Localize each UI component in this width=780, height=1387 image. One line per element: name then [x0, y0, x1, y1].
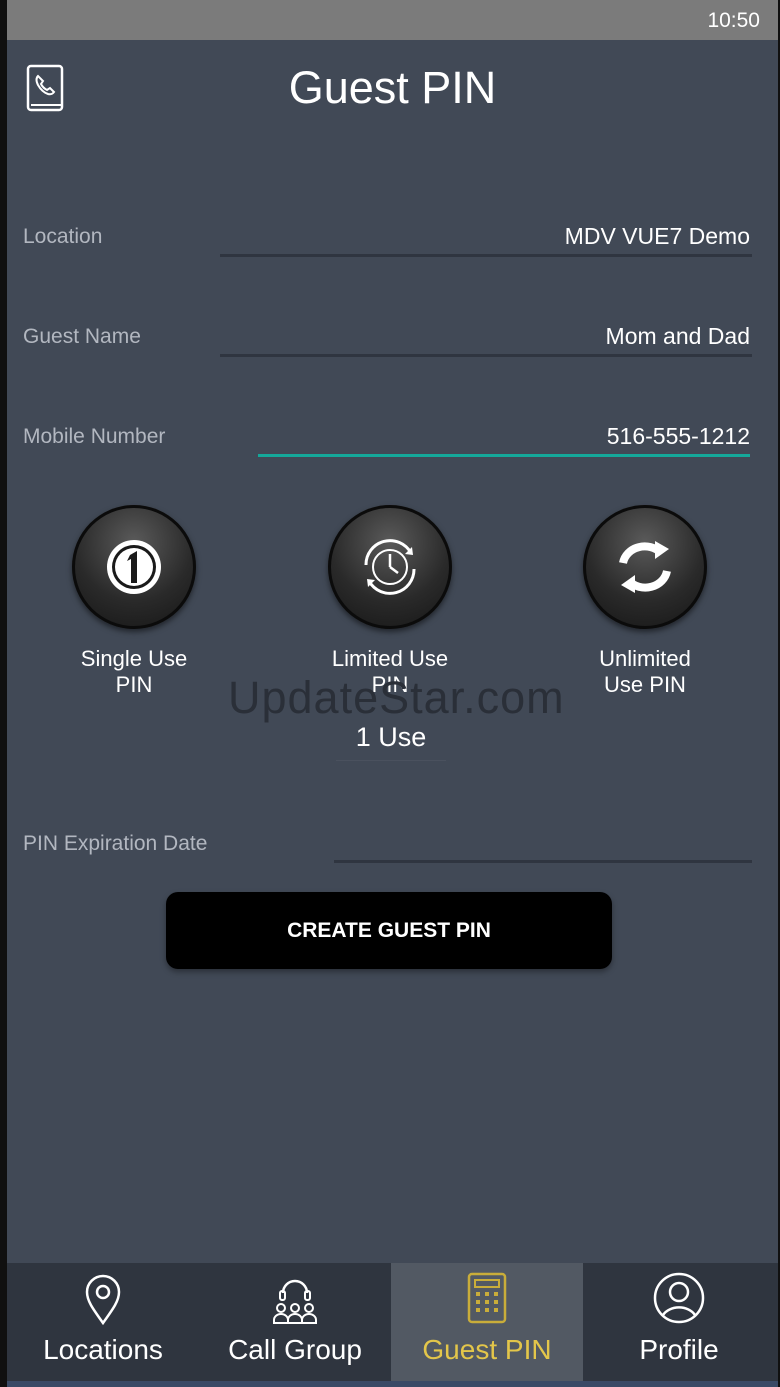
nav-item-locations[interactable]: Locations	[7, 1263, 199, 1387]
mobile-number-underline	[258, 454, 750, 457]
unlimited-use-label: Unlimited Use PIN	[560, 646, 730, 698]
clock-icon	[364, 539, 416, 595]
status-bar: 10:50	[7, 0, 778, 40]
nav-bottom-line	[7, 1381, 778, 1387]
unlimited-use-pin-option[interactable]: Unlimited Use PIN	[560, 505, 730, 698]
nav-label-locations: Locations	[43, 1334, 163, 1365]
nav-item-guest-pin[interactable]: Guest PIN	[391, 1263, 583, 1387]
nav-label-profile: Profile	[639, 1334, 719, 1365]
nav-label-call-group: Call Group	[228, 1334, 362, 1365]
location-value[interactable]: MDV VUE7 Demo	[565, 223, 750, 250]
unlimited-use-button[interactable]	[583, 505, 707, 629]
page-title: Guest PIN	[288, 62, 497, 113]
profile-icon	[653, 1272, 705, 1324]
limited-use-pin-option[interactable]: Limited Use PIN	[305, 505, 475, 698]
unlimited-use-label-line1: Unlimited	[599, 646, 691, 671]
nav-item-profile[interactable]: Profile	[583, 1263, 775, 1387]
single-use-label: Single Use PIN	[49, 646, 219, 698]
bottom-nav: Locations Call Group Guest PIN Profile	[7, 1263, 778, 1387]
guest-name-label: Guest Name	[23, 325, 141, 348]
single-use-label-line1: Single Use	[80, 646, 188, 671]
keypad-icon	[467, 1272, 507, 1324]
guest-name-field[interactable]: Mom and Dad	[606, 323, 750, 350]
watermark: UpdateStar.com	[228, 672, 565, 723]
single-use-label-line2: PIN	[115, 672, 153, 697]
status-time: 10:50	[707, 9, 760, 32]
pin-expiration-underline	[334, 860, 752, 863]
mobile-number-label: Mobile Number	[23, 425, 166, 448]
limited-use-button[interactable]	[328, 505, 452, 629]
location-pin-icon	[85, 1274, 121, 1326]
unlimited-use-label-line2: Use PIN	[604, 672, 686, 697]
pin-expiration-label: PIN Expiration Date	[23, 832, 208, 855]
uses-selector[interactable]: 1 Use	[336, 722, 446, 753]
single-use-icon	[107, 540, 161, 594]
guest-name-underline	[220, 354, 752, 357]
guest-pin-screen: 10:50 Guest PIN Location MDV VUE7 Demo G…	[7, 0, 778, 1387]
refresh-icon	[619, 541, 671, 593]
create-guest-pin-button[interactable]: CREATE GUEST PIN	[166, 892, 612, 969]
call-group-icon	[273, 1279, 317, 1324]
uses-underline	[336, 760, 446, 761]
nav-label-guest-pin: Guest PIN	[422, 1334, 552, 1365]
single-use-button[interactable]	[72, 505, 196, 629]
single-use-pin-option[interactable]: Single Use PIN	[49, 505, 219, 698]
mobile-number-field[interactable]: 516-555-1212	[607, 423, 750, 450]
limited-use-label-line1: Limited Use	[331, 646, 449, 671]
location-underline	[220, 254, 752, 257]
location-label: Location	[23, 225, 103, 248]
nav-item-call-group[interactable]: Call Group	[199, 1263, 391, 1387]
